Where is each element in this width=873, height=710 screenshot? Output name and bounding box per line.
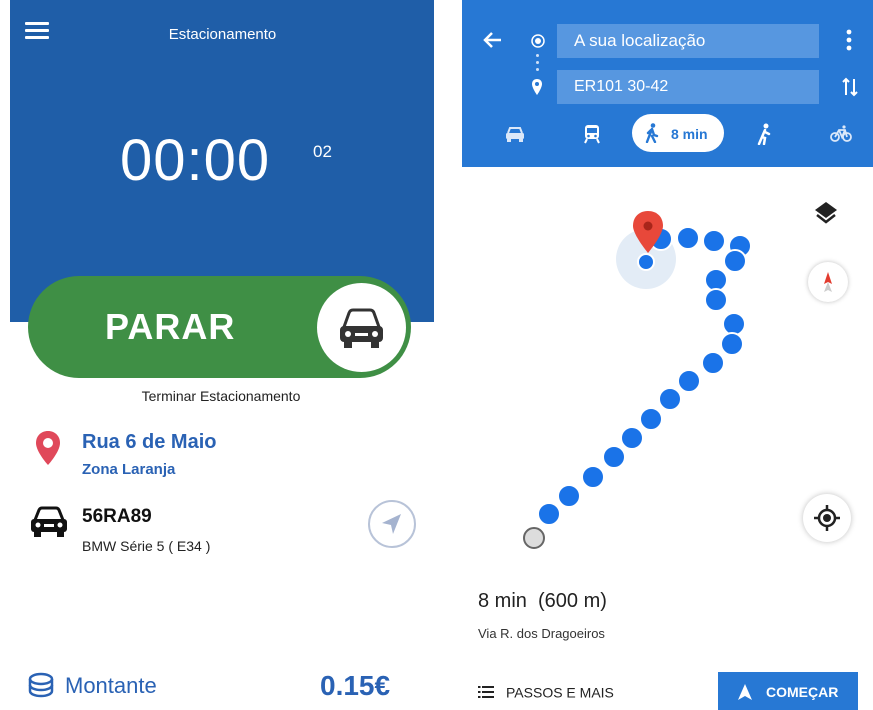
stop-slider-handle[interactable] bbox=[317, 283, 406, 372]
steps-button[interactable]: PASSOS E MAIS bbox=[478, 683, 614, 700]
parking-timer-seconds: 02 bbox=[313, 142, 332, 161]
map-pin-icon bbox=[35, 430, 61, 471]
page-title: Estacionamento bbox=[168, 26, 277, 43]
walk-time: 8 min bbox=[671, 126, 708, 142]
mode-car-icon[interactable] bbox=[505, 126, 525, 147]
navigation-icon bbox=[738, 684, 752, 700]
my-location-dot bbox=[637, 253, 655, 271]
layers-button[interactable] bbox=[806, 193, 846, 233]
bike-icon[interactable] bbox=[830, 125, 852, 148]
vehicle-model: BMW Série 5 ( E34 ) bbox=[82, 538, 211, 554]
map-pin-icon bbox=[531, 78, 543, 101]
layers-icon bbox=[815, 202, 837, 224]
amount-label: Montante bbox=[65, 673, 157, 698]
navigate-button[interactable] bbox=[368, 500, 416, 548]
more-vert-icon[interactable] bbox=[845, 29, 853, 56]
car-icon bbox=[29, 505, 69, 544]
list-icon bbox=[478, 686, 494, 699]
my-location-icon bbox=[814, 505, 840, 531]
route-duration: 8 min (600 m) bbox=[478, 590, 607, 612]
route-connector bbox=[536, 54, 539, 74]
parking-zone: Zona Laranja bbox=[82, 461, 176, 478]
walk-icon bbox=[645, 123, 659, 143]
swap-icon[interactable] bbox=[841, 76, 859, 103]
destination-text: ER101 30-42 bbox=[574, 78, 669, 95]
vehicle-plate: 56RA89 bbox=[82, 506, 152, 527]
compass-icon bbox=[824, 272, 832, 292]
back-arrow-icon[interactable] bbox=[483, 30, 503, 55]
start-navigation-label: COMEÇAR bbox=[766, 684, 839, 700]
steps-label: PASSOS E MAIS bbox=[506, 684, 614, 701]
car-icon bbox=[340, 308, 383, 348]
origin-text: A sua localização bbox=[574, 31, 706, 50]
amount-value: 0.15€ bbox=[320, 670, 391, 701]
compass-button[interactable] bbox=[808, 262, 848, 302]
navigation-arrow-icon bbox=[382, 514, 401, 534]
my-location-button[interactable] bbox=[803, 494, 851, 542]
parking-street: Rua 6 de Maio bbox=[82, 431, 217, 453]
route-start-point bbox=[523, 527, 545, 549]
menu-icon[interactable] bbox=[25, 22, 49, 40]
transit-icon[interactable] bbox=[583, 124, 601, 149]
route-via: Via R. dos Dragoeiros bbox=[478, 626, 605, 641]
stop-caption: Terminar Estacionamento bbox=[141, 388, 301, 404]
stop-parking-label: PARAR bbox=[105, 306, 236, 347]
ride-icon[interactable] bbox=[756, 123, 772, 150]
parking-timer: 00:00 bbox=[120, 128, 271, 193]
origin-icon bbox=[531, 34, 545, 48]
coins-icon bbox=[26, 672, 56, 705]
